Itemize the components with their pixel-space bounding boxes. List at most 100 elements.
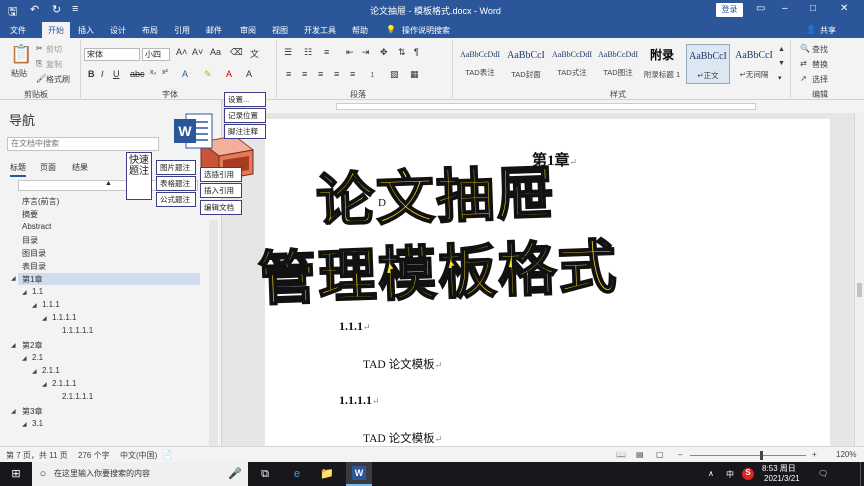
table-caption-callout[interactable]: 表格题注: [156, 176, 196, 191]
style-gallery-item[interactable]: AaBbCcI TAD封面: [504, 44, 548, 84]
multilevel-list-icon[interactable]: ≡: [324, 47, 329, 57]
nav-scrollbar[interactable]: [209, 220, 218, 446]
collapse-icon[interactable]: ◢: [32, 368, 37, 375]
distributed-icon[interactable]: ≡: [350, 69, 355, 79]
strikethrough-icon[interactable]: abc: [130, 69, 145, 79]
settings-callout[interactable]: 设置...: [224, 92, 266, 107]
sogou-ime-icon[interactable]: S: [742, 468, 754, 480]
ribbon-display-options-icon[interactable]: ▭: [756, 3, 765, 14]
tab-design[interactable]: 设计: [110, 25, 126, 36]
web-layout-icon[interactable]: ▢: [656, 450, 664, 459]
style-gallery-item[interactable]: 附录 附录标题 1: [640, 44, 684, 84]
show-marks-icon[interactable]: ¶: [414, 47, 419, 57]
paste-label[interactable]: 粘贴: [11, 68, 27, 79]
nav-tab-results[interactable]: 结果: [72, 162, 88, 173]
align-left-icon[interactable]: ≡: [286, 69, 291, 79]
login-button[interactable]: 登录: [716, 3, 743, 17]
style-gallery-item[interactable]: AaBbCcDdI TAD式注: [550, 44, 594, 84]
share-button[interactable]: 共享: [820, 25, 836, 36]
shading-icon[interactable]: ▧: [390, 69, 399, 80]
tab-layout[interactable]: 布局: [142, 25, 158, 36]
nav-heading[interactable]: 序言(前言): [22, 196, 59, 207]
justify-icon[interactable]: ≡: [334, 69, 339, 79]
file-explorer-icon[interactable]: 📁: [320, 467, 334, 481]
chinese-layout-icon[interactable]: ✥: [380, 47, 388, 58]
tab-developer[interactable]: 开发工具: [304, 25, 336, 36]
font-color-icon[interactable]: A: [226, 69, 232, 79]
nav-heading[interactable]: 1.1.1.1: [52, 313, 76, 322]
heading-level-3[interactable]: 1.1.1↵: [339, 319, 371, 334]
nav-heading[interactable]: 表目录: [22, 261, 46, 272]
nav-heading[interactable]: 1.1.1.1.1: [62, 326, 93, 335]
zoom-level[interactable]: 120%: [836, 450, 856, 459]
tray-overflow-icon[interactable]: ∧: [708, 469, 714, 478]
nav-heading[interactable]: 2.1.1.1: [52, 379, 76, 388]
quick-caption-callout[interactable]: 快速题注: [126, 152, 152, 200]
accessibility-icon[interactable]: 📄: [162, 450, 172, 459]
print-layout-icon[interactable]: ▤: [636, 450, 644, 459]
collapse-icon[interactable]: ◢: [22, 289, 27, 296]
nav-heading[interactable]: 第2章: [22, 340, 42, 351]
windows-start-icon[interactable]: ⊞: [9, 467, 23, 481]
tab-help[interactable]: 帮助: [352, 25, 368, 36]
body-paragraph[interactable]: TAD 论文模板↵: [363, 430, 442, 446]
font-name-combo[interactable]: 宋体: [84, 48, 140, 61]
select-button[interactable]: 选择: [812, 74, 828, 85]
text-effects-icon[interactable]: A: [182, 69, 188, 79]
zoom-slider[interactable]: [690, 455, 806, 456]
footnote-callout[interactable]: 脚注注释: [224, 124, 266, 139]
nav-heading[interactable]: Abstract: [22, 222, 51, 231]
format-painter-button[interactable]: 格式刷: [46, 74, 70, 85]
nav-heading[interactable]: 图目录: [22, 248, 46, 259]
grow-font-icon[interactable]: A˄: [176, 47, 187, 57]
zoom-slider-thumb[interactable]: [760, 451, 763, 460]
cut-icon[interactable]: ✂: [36, 44, 43, 53]
style-gallery-item-selected[interactable]: AaBbCcI ↵正文: [686, 44, 730, 84]
collapse-icon[interactable]: ◢: [11, 275, 16, 282]
line-spacing-icon[interactable]: ↕: [370, 69, 375, 79]
figure-caption-callout[interactable]: 图片题注: [156, 160, 196, 175]
clock-time[interactable]: 8:53 周日: [762, 463, 796, 474]
font-size-combo[interactable]: 小四: [142, 48, 170, 61]
nav-heading[interactable]: 2.1.1: [42, 366, 60, 375]
cut-button[interactable]: 剪切: [46, 44, 62, 55]
collapse-icon[interactable]: ◢: [42, 381, 47, 388]
bullets-icon[interactable]: ☰: [284, 47, 292, 58]
char-shading-icon[interactable]: A: [246, 69, 252, 79]
format-painter-icon[interactable]: 🖌: [36, 74, 46, 83]
replace-icon[interactable]: ⇄: [800, 59, 807, 68]
highlight-icon[interactable]: ✎: [204, 69, 212, 80]
tell-me-search[interactable]: 操作说明搜索: [402, 25, 450, 36]
copy-button[interactable]: 复制: [46, 59, 62, 70]
clear-format-icon[interactable]: ⌫: [230, 47, 243, 58]
word-count[interactable]: 276 个字: [78, 450, 110, 461]
close-icon[interactable]: ✕: [840, 3, 848, 14]
record-position-callout[interactable]: 记录位置: [224, 108, 266, 123]
decrease-indent-icon[interactable]: ⇤: [346, 47, 354, 58]
task-view-icon[interactable]: ⧉: [258, 467, 272, 481]
body-paragraph[interactable]: TAD 论文模板↵: [363, 356, 442, 372]
clock-date[interactable]: 2021/3/21: [764, 474, 800, 483]
nav-heading[interactable]: 2.1.1.1.1: [62, 392, 93, 401]
nav-heading-selected[interactable]: 第1章: [18, 273, 200, 285]
copy-icon[interactable]: ⎘: [36, 59, 42, 69]
undo-icon[interactable]: ↶: [30, 3, 39, 16]
underline-icon[interactable]: U: [113, 69, 120, 79]
nav-heading[interactable]: 第3章: [22, 406, 42, 417]
page-count[interactable]: 第 7 页，共 11 页: [6, 450, 68, 461]
collapse-icon[interactable]: ◢: [32, 302, 37, 309]
collapse-icon[interactable]: ◢: [11, 342, 16, 349]
gallery-scroll-up-icon[interactable]: ▲: [778, 46, 785, 53]
edge-icon[interactable]: e: [290, 467, 304, 481]
italic-icon[interactable]: I: [101, 69, 104, 79]
tab-references[interactable]: 引用: [174, 25, 190, 36]
align-right-icon[interactable]: ≡: [318, 69, 323, 79]
replace-button[interactable]: 替换: [812, 59, 828, 70]
ime-indicator[interactable]: 中: [726, 469, 734, 480]
select-icon[interactable]: ↗: [800, 74, 807, 83]
collapse-icon[interactable]: ◢: [11, 408, 16, 415]
scrollbar-thumb[interactable]: [857, 283, 862, 297]
sort-icon[interactable]: ⇅: [398, 47, 406, 58]
horizontal-ruler[interactable]: [245, 100, 864, 113]
style-gallery-item[interactable]: AaBbCcDdI TAD图注: [596, 44, 640, 84]
